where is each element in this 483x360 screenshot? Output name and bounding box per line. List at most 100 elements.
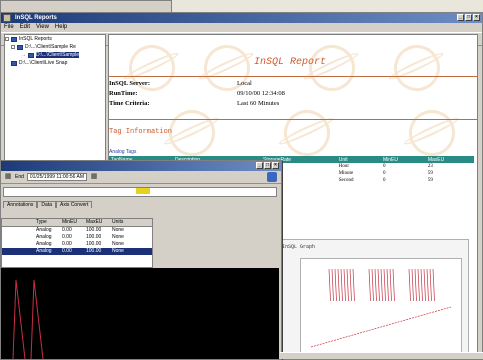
value: 09/10/00 12:34:08 xyxy=(237,90,285,97)
cell: Hour xyxy=(338,164,349,169)
watermark-logo xyxy=(301,37,363,99)
menu-file[interactable]: File xyxy=(4,23,14,32)
tag-list[interactable]: Type MinEU MaxEU Units Analog 0.00 100.00 N… xyxy=(1,218,153,268)
cell xyxy=(2,241,34,248)
watermark-logo xyxy=(386,37,448,99)
trace-line xyxy=(386,268,389,302)
value: Local xyxy=(237,80,252,87)
cell: 100.00 xyxy=(86,248,102,254)
divider xyxy=(109,119,477,120)
time-thumb[interactable] xyxy=(136,188,150,194)
minimize-button[interactable]: _ xyxy=(457,14,464,21)
trace-line xyxy=(432,268,435,302)
watermark-logo xyxy=(401,102,463,164)
time-scrollbar[interactable] xyxy=(3,187,277,197)
graph-plot xyxy=(300,258,462,355)
column-header: Type xyxy=(36,219,47,225)
minimize-button[interactable]: _ xyxy=(256,162,263,169)
menu-view[interactable]: View xyxy=(36,23,49,32)
collapse-icon[interactable]: - xyxy=(5,37,9,42)
trace-line xyxy=(374,268,377,302)
maximize-button[interactable]: □ xyxy=(465,14,472,21)
value: Last 60 Minutes xyxy=(237,100,280,107)
calendar-icon[interactable]: ▦ xyxy=(90,173,98,181)
tab-strip: Annotations Data Axis Convert xyxy=(1,199,93,208)
cell: None xyxy=(112,241,124,247)
end-time-field[interactable]: 01/25/1999 11:00:56 AM xyxy=(26,173,88,181)
end-label: End xyxy=(15,174,24,180)
tab-data[interactable]: Data xyxy=(37,201,56,208)
graph-panel: InSQL Graph xyxy=(277,239,469,355)
trace-line xyxy=(349,268,352,302)
maximize-button[interactable]: □ xyxy=(264,162,271,169)
table-row[interactable]: Analog 0.00 100.00 None xyxy=(2,241,152,248)
title-bar[interactable]: _ □ × xyxy=(1,161,281,171)
cell: 59 xyxy=(427,178,433,183)
trend-toolbar: ▦ End 01/25/1999 11:00:56 AM ▦ xyxy=(1,171,281,184)
tab-annotations[interactable]: Annotations xyxy=(3,201,38,208)
trace-line xyxy=(352,268,355,302)
cell: 59 xyxy=(427,171,433,176)
trend-spike xyxy=(12,279,26,359)
ramp-trace xyxy=(310,306,452,348)
table-row[interactable]: Analog 0.00 100.00 None xyxy=(2,227,152,234)
trend-plot[interactable] xyxy=(1,268,279,359)
column-header: Unit xyxy=(336,156,381,163)
tree-item-selected[interactable]: → D:\...\Client\Sample xyxy=(5,51,105,59)
collapse-icon[interactable]: - xyxy=(11,45,15,50)
trace-line xyxy=(331,268,334,302)
section-heading: Tag Information xyxy=(109,128,173,136)
column-header: MaxEU xyxy=(425,156,474,163)
cell: 0.00 xyxy=(62,234,72,240)
title-bar[interactable]: InSQL Reports _ □ × xyxy=(1,13,482,23)
trend-window: _ □ × ▦ End 01/25/1999 11:00:56 AM ▦ Ann… xyxy=(0,160,282,360)
cell: 0 xyxy=(382,164,386,169)
folder-icon xyxy=(11,36,17,42)
trend-spike xyxy=(30,279,44,359)
trace-line xyxy=(343,268,346,302)
trace-line xyxy=(380,268,383,302)
cell: 0 xyxy=(382,171,386,176)
tree-item-root[interactable]: - InSQL Reports xyxy=(5,35,105,43)
cell: 0.00 xyxy=(62,241,72,247)
cell: 100.00 xyxy=(86,234,102,240)
cell: None xyxy=(112,227,124,233)
table-row-selected[interactable]: Analog 0.00 100.00 None xyxy=(2,248,152,255)
tab-axis-convert[interactable]: Axis Convert xyxy=(55,201,93,208)
cell: Second xyxy=(338,178,354,183)
table-header: Type MinEU MaxEU Units xyxy=(2,219,152,227)
close-button[interactable]: × xyxy=(473,14,480,21)
tree-item[interactable]: - D:\...\Client\Sample Re xyxy=(5,43,105,51)
trace-line xyxy=(392,268,395,302)
column-header: Units xyxy=(112,219,124,225)
report-icon xyxy=(28,52,34,58)
cell: Analog xyxy=(36,234,52,240)
column-header: MinEU xyxy=(380,156,426,163)
trace-line xyxy=(420,268,423,302)
calendar-icon[interactable]: ▦ xyxy=(4,173,12,181)
table-row[interactable]: Analog 0.00 100.00 None xyxy=(2,234,152,241)
trace-line xyxy=(389,268,392,302)
trace-line xyxy=(368,268,371,302)
cell xyxy=(2,234,34,241)
report-icon xyxy=(17,44,23,50)
menu-bar: File Edit View Help xyxy=(1,23,482,32)
cell: Analog xyxy=(36,248,52,254)
divider xyxy=(109,76,477,77)
menu-edit[interactable]: Edit xyxy=(20,23,30,32)
menu-help[interactable]: Help xyxy=(55,23,67,32)
report-title: InSQL Report xyxy=(254,57,327,68)
trace-line xyxy=(328,268,331,302)
watermark-logo xyxy=(276,102,338,164)
trace-line xyxy=(423,268,426,302)
tree-label: InSQL Reports xyxy=(19,36,52,42)
label: InSQL Server: xyxy=(109,80,150,87)
close-button[interactable]: × xyxy=(272,162,279,169)
label: RunTime: xyxy=(109,90,138,97)
trace-line xyxy=(383,268,386,302)
trace-group xyxy=(328,268,435,302)
trace-line xyxy=(337,268,340,302)
window-title: InSQL Reports xyxy=(15,15,57,21)
tree-item[interactable]: D:\...\Client\Live Snap xyxy=(5,59,105,67)
column-header: MaxEU xyxy=(86,219,103,225)
